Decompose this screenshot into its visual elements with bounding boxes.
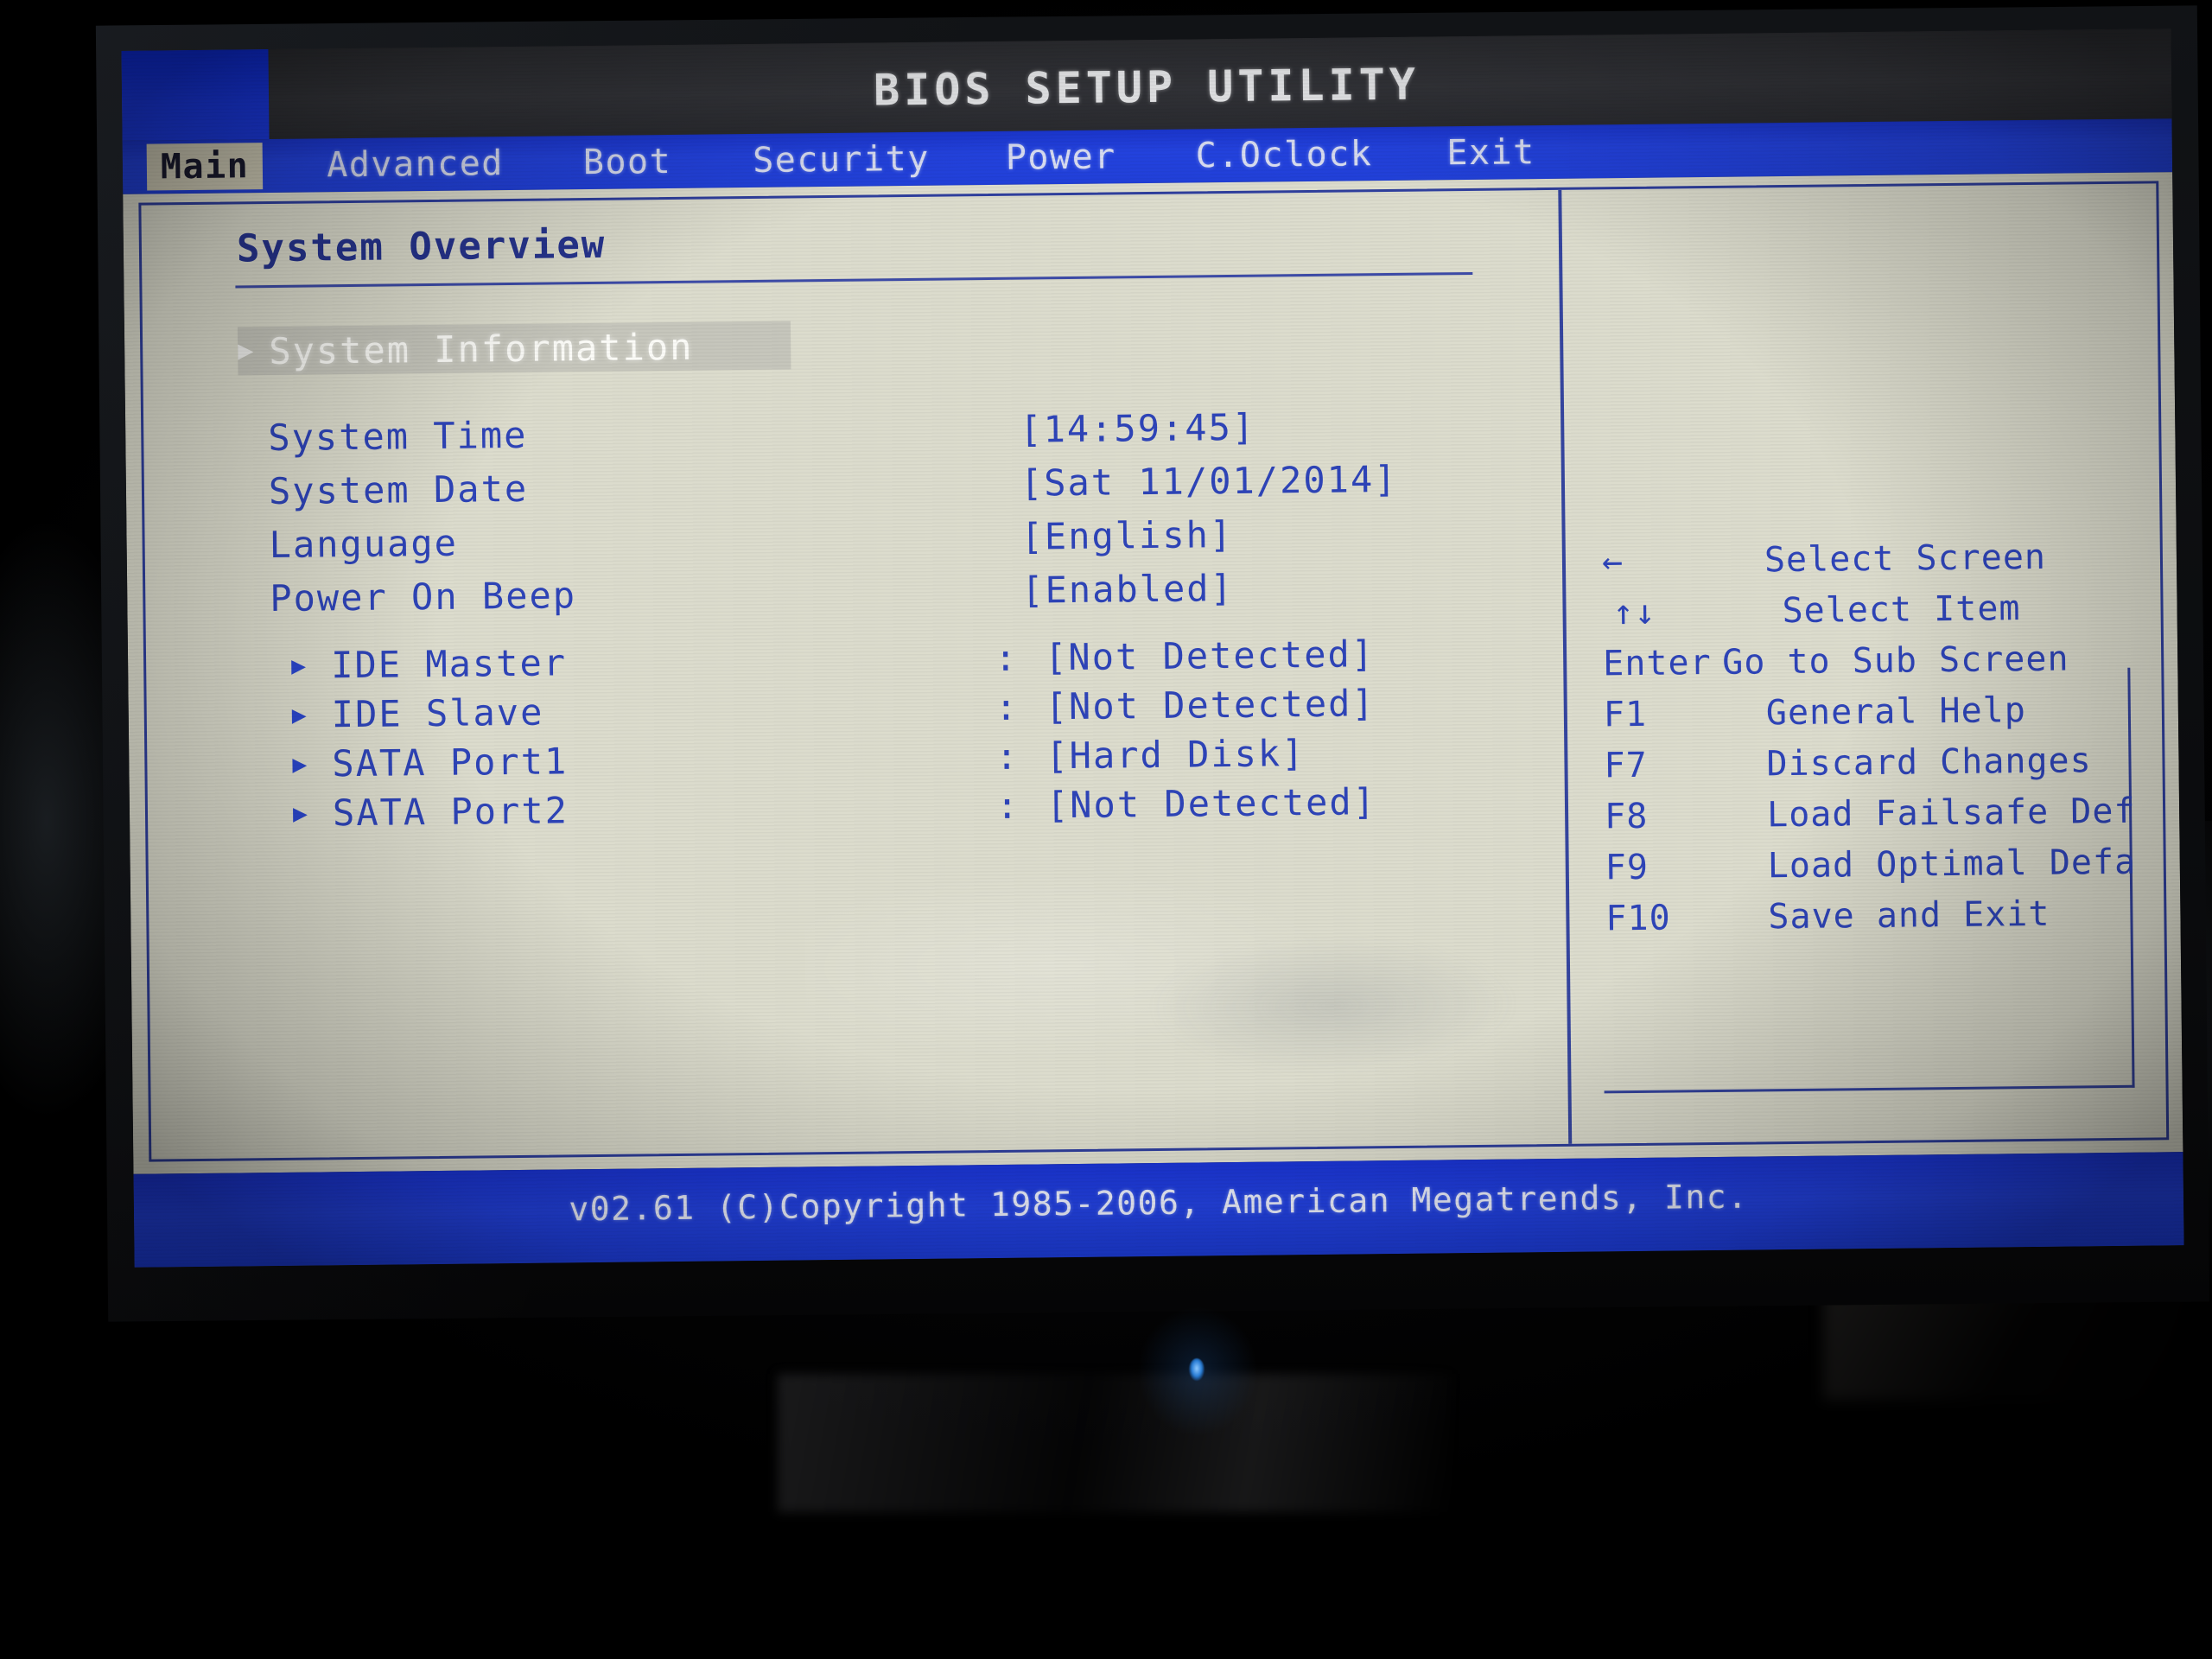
legend-description: Discard Changes — [1766, 741, 2092, 785]
submenu-arrow-icon: ▶ — [291, 700, 307, 729]
submenu-arrow-icon: ▶ — [292, 798, 308, 828]
photo-background: BIOS SETUP UTILITY Main Advanced Boot Secur… — [0, 0, 2212, 1659]
drive-colon: : — [995, 784, 1019, 827]
submenu-arrow-icon: ▶ — [238, 335, 254, 366]
setting-label: Power On Beep — [270, 574, 577, 620]
menu-item-system-information[interactable]: ▶ System Information — [237, 321, 791, 376]
key-legend-row: F7 Discard Changes — [1593, 740, 2183, 797]
drive-status: [Hard Disk] — [1046, 732, 1306, 778]
legend-description: General Help — [1765, 690, 2027, 734]
copyright-text: v02.61 (C)Copyright 1985-2006, American … — [569, 1177, 1749, 1229]
legend-key: F8 — [1604, 796, 1649, 837]
body-panel: System Overview ▶ System Information Sys… — [123, 172, 2183, 1174]
key-legend-row: ↑↓ Select Item — [1592, 587, 2183, 644]
drive-list: ▶ IDE Master: [Not Detected] ▶ IDE Slave: [No… — [241, 630, 1660, 842]
legend-description: Load Optimal Defa — [1767, 842, 2137, 887]
drive-colon: : — [994, 636, 1017, 679]
legend-description: Load Failsafe Def — [1766, 791, 2136, 836]
key-legend-row: F10 Save and Exit — [1595, 893, 2183, 950]
key-legend-list: ← Select Screen ↑↓ Select Item Enter Go to Su… — [1592, 536, 2184, 950]
settings-list: System Time [14:59:45] System Date [Sat 11/… — [238, 400, 1658, 630]
tab-exit[interactable]: Exit — [1433, 129, 1549, 176]
setting-value[interactable]: [14:59:45] — [1020, 406, 1255, 451]
legend-description: Save and Exit — [1768, 893, 2050, 938]
tab-advanced[interactable]: Advanced — [313, 140, 518, 189]
submenu-arrow-icon: ▶ — [292, 749, 308, 779]
setting-value[interactable]: [Sat 11/01/2014] — [1020, 458, 1398, 505]
page-title: BIOS SETUP UTILITY — [873, 59, 1421, 116]
legend-key: ← — [1601, 542, 1624, 582]
key-legend-row: ← Select Screen — [1592, 536, 2184, 593]
setting-value[interactable]: [English] — [1020, 513, 1233, 558]
legend-key: F1 — [1603, 694, 1648, 735]
drive-status: [Not Detected] — [1046, 780, 1377, 827]
legend-key: ↑↓ — [1612, 592, 1657, 633]
key-legend-row: Enter Go to Sub Screen — [1592, 638, 2184, 695]
tab-c-oclock[interactable]: C.Oclock — [1181, 130, 1386, 180]
legend-key: F10 — [1605, 898, 1671, 939]
main-content-column: System Overview ▶ System Information Sys… — [141, 190, 1568, 1160]
drive-status: [Not Detected] — [1045, 682, 1376, 728]
legend-key: F9 — [1605, 847, 1649, 888]
legend-description: Go to Sub Screen — [1721, 639, 2069, 683]
section-rule — [235, 271, 1473, 289]
tab-power[interactable]: Power — [992, 133, 1130, 181]
drive-label: IDE Master — [330, 641, 568, 687]
tab-main[interactable]: Main — [146, 143, 264, 191]
legend-key: Enter — [1602, 643, 1712, 684]
power-led-icon — [1189, 1358, 1205, 1381]
drive-status: [Not Detected] — [1044, 632, 1376, 679]
key-legend-row: F9 Load Optimal Defa — [1595, 842, 2184, 899]
submenu-arrow-icon: ▶ — [290, 651, 307, 680]
drive-colon: : — [995, 734, 1018, 778]
setting-label: Language — [269, 521, 459, 567]
legend-description: Select Screen — [1764, 537, 2047, 581]
setting-label: System Time — [268, 413, 528, 460]
key-legend-row: F1 General Help — [1593, 689, 2184, 746]
drive-label: IDE Slave — [331, 690, 544, 736]
drive-label: SATA Port2 — [332, 789, 569, 835]
legend-key: F7 — [1604, 745, 1648, 786]
bios-screen: BIOS SETUP UTILITY Main Advanced Boot Secur… — [121, 29, 2184, 1268]
setting-value[interactable]: [Enabled] — [1021, 567, 1234, 612]
tab-boot[interactable]: Boot — [569, 138, 686, 186]
section-title: System Overview — [236, 222, 607, 271]
key-legend-row: F8 Load Failsafe Def — [1594, 791, 2184, 848]
body-border: System Overview ▶ System Information Sys… — [138, 181, 2170, 1162]
desk-objects-center — [778, 1374, 1452, 1512]
help-column: ← Select Screen ↑↓ Select Item Enter Go to Su… — [1561, 183, 2166, 1143]
tab-security[interactable]: Security — [739, 136, 944, 185]
drive-label: SATA Port1 — [332, 740, 569, 785]
setting-label: System Date — [268, 467, 529, 513]
drive-colon: : — [995, 685, 1018, 728]
legend-description: Select Item — [1782, 588, 2021, 632]
system-information-label: System Information — [269, 325, 694, 372]
